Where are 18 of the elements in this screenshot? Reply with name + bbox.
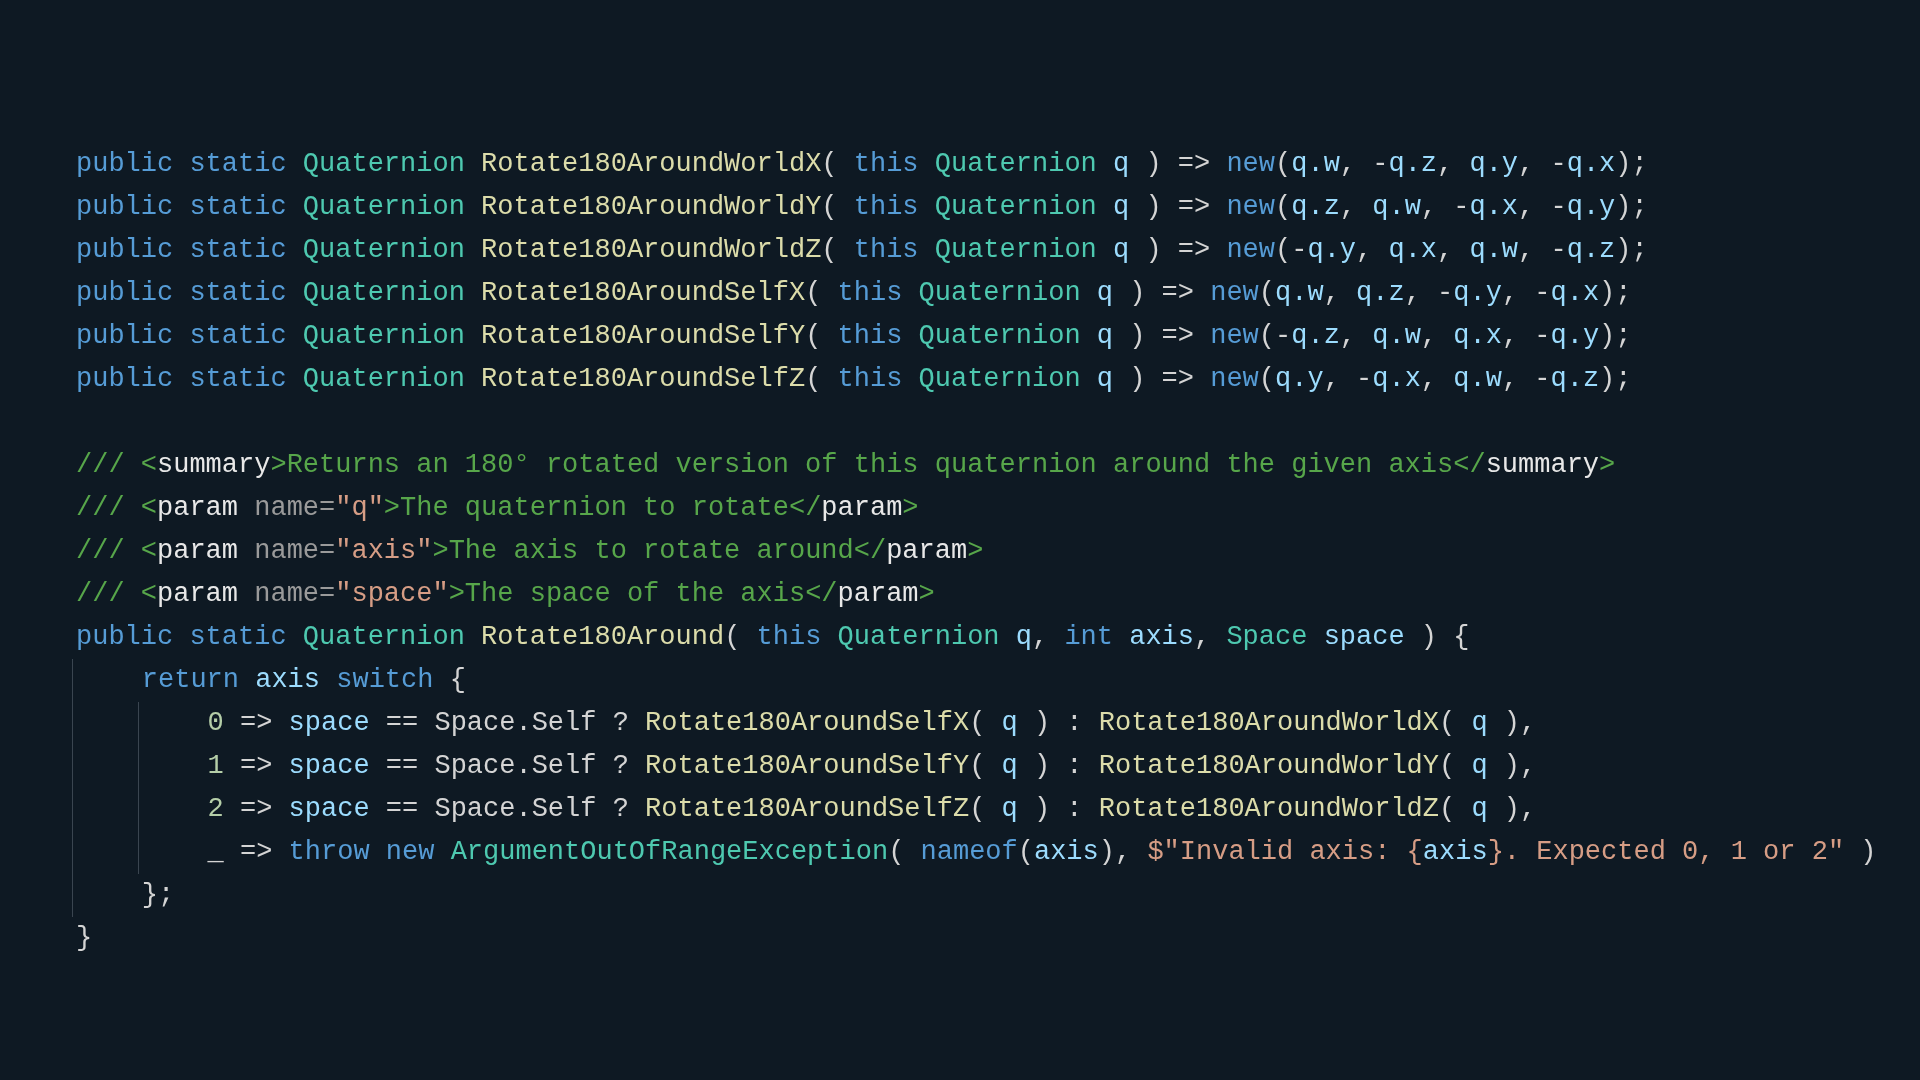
code-line: 2 => space == Space.Self ? Rotate180AroundSelfZ( q ) : Rotate180AroundWorldZ( q ), — [207, 793, 1537, 826]
code-line: public static Quaternion Rotate180AroundWorldY( this Quaternion q ) => new(q.z, q.w, -q.x, -q.y); — [76, 191, 1648, 224]
code-line: 1 => space == Space.Self ? Rotate180AroundSelfY( q ) : Rotate180AroundWorldY( q ), — [207, 750, 1537, 783]
code-line: public static Quaternion Rotate180AroundWorldZ( this Quaternion q ) => new(-q.y, q.x, q.w, -q.z); — [76, 234, 1648, 267]
code-line: /// <param name="space">The space of the axis</param> — [76, 578, 935, 611]
code-line: _ => throw new ArgumentOutOfRangeException( nameof(axis), $"Invalid axis: {axis}. Expected 0, 1 or 2" ) — [207, 836, 1877, 869]
code-line: /// <param name="axis">The axis to rotate around</param> — [76, 535, 984, 568]
code-line: /// <summary>Returns an 180° rotated version of this quaternion around the given axis</summary> — [76, 449, 1616, 482]
code-line: public static Quaternion Rotate180Around( this Quaternion q, int axis, Space space ) { — [76, 621, 1470, 654]
code-line: 0 => space == Space.Self ? Rotate180AroundSelfX( q ) : Rotate180AroundWorldX( q ), — [207, 707, 1537, 740]
code-line: public static Quaternion Rotate180AroundSelfZ( this Quaternion q ) => new(q.y, -q.x, q.w, -q.z); — [76, 363, 1632, 396]
code-line: public static Quaternion Rotate180AroundWorldX( this Quaternion q ) => new(q.w, -q.z, q.y, -q.x); — [76, 148, 1648, 181]
code-line: public static Quaternion Rotate180AroundSelfY( this Quaternion q ) => new(-q.z, q.w, q.x, -q.y); — [76, 320, 1632, 353]
code-line: public static Quaternion Rotate180AroundSelfX( this Quaternion q ) => new(q.w, q.z, -q.y, -q.x); — [76, 277, 1632, 310]
code-line: return axis switch { — [141, 664, 466, 697]
code-line: } — [76, 922, 93, 955]
code-line: }; — [141, 879, 175, 912]
code-line: /// <param name="q">The quaternion to rotate</param> — [76, 492, 919, 525]
